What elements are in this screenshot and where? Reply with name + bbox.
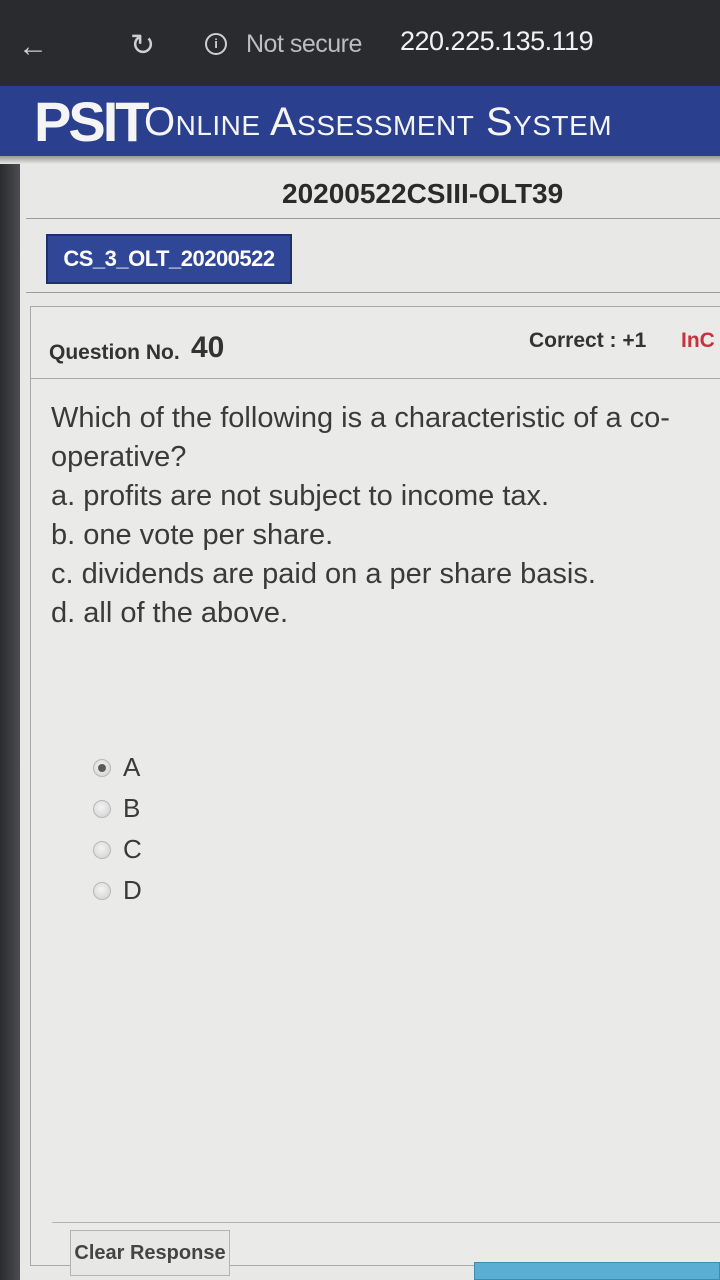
- choice-a[interactable]: A: [93, 747, 142, 788]
- divider: [26, 292, 720, 293]
- option-text: b. one vote per share.: [51, 519, 334, 551]
- question-number: 40: [191, 331, 225, 364]
- next-button[interactable]: [474, 1262, 720, 1280]
- info-circle-icon[interactable]: i: [205, 33, 227, 55]
- screen: ← ↻ i Not secure 220.225.135.119 PSIT On…: [0, 0, 720, 1280]
- choice-label: C: [123, 834, 142, 864]
- choice-d[interactable]: D: [93, 870, 142, 911]
- browser-toolbar: ← ↻ i Not secure 220.225.135.119: [0, 0, 720, 86]
- option-text: a. profits are not subject to income tax…: [51, 480, 550, 512]
- radio-button[interactable]: [93, 799, 111, 818]
- choice-c[interactable]: C: [93, 829, 142, 870]
- app-header: PSIT Online Assessment System: [0, 86, 720, 156]
- incorrect-marks: InC: [681, 329, 715, 352]
- correct-marks: Correct : +1: [529, 329, 647, 352]
- answer-choices: A B C D: [93, 747, 142, 911]
- question-header: Question No. 40 Correct : +1 InC: [31, 307, 720, 379]
- security-status[interactable]: Not secure: [246, 30, 362, 59]
- system-title: Online Assessment System: [144, 100, 613, 144]
- arrow-left-icon[interactable]: ←: [18, 30, 48, 64]
- divider: [26, 218, 720, 219]
- address-bar-url[interactable]: 220.225.135.119: [400, 26, 594, 57]
- reload-icon[interactable]: ↻: [130, 28, 155, 63]
- option-text: d. all of the above.: [51, 597, 288, 629]
- question-body: Which of the following is a characterist…: [51, 399, 701, 633]
- option-text: c. dividends are paid on a per share bas…: [51, 558, 596, 590]
- screen-bezel-edge: [0, 164, 20, 1280]
- choice-label: D: [123, 875, 142, 905]
- radio-button-selected[interactable]: [93, 758, 111, 777]
- choice-label: B: [123, 793, 141, 823]
- choice-label: A: [123, 752, 141, 782]
- page: PSIT Online Assessment System 20200522CS…: [0, 86, 720, 1280]
- question-number-label: Question No.: [49, 341, 180, 364]
- divider: [52, 1222, 720, 1223]
- header-shadow: [0, 156, 720, 164]
- section-tab[interactable]: CS_3_OLT_20200522: [46, 234, 292, 284]
- exam-title: 20200522CSIII-OLT39: [282, 178, 564, 209]
- question-panel: Question No. 40 Correct : +1 InC Which o…: [30, 306, 720, 1266]
- radio-button[interactable]: [93, 840, 111, 859]
- question-text: Which of the following is a characterist…: [51, 402, 670, 473]
- choice-b[interactable]: B: [93, 788, 142, 829]
- radio-button[interactable]: [93, 881, 111, 900]
- clear-response-button[interactable]: Clear Response: [70, 1230, 230, 1276]
- brand-logo-text: PSIT: [34, 90, 149, 153]
